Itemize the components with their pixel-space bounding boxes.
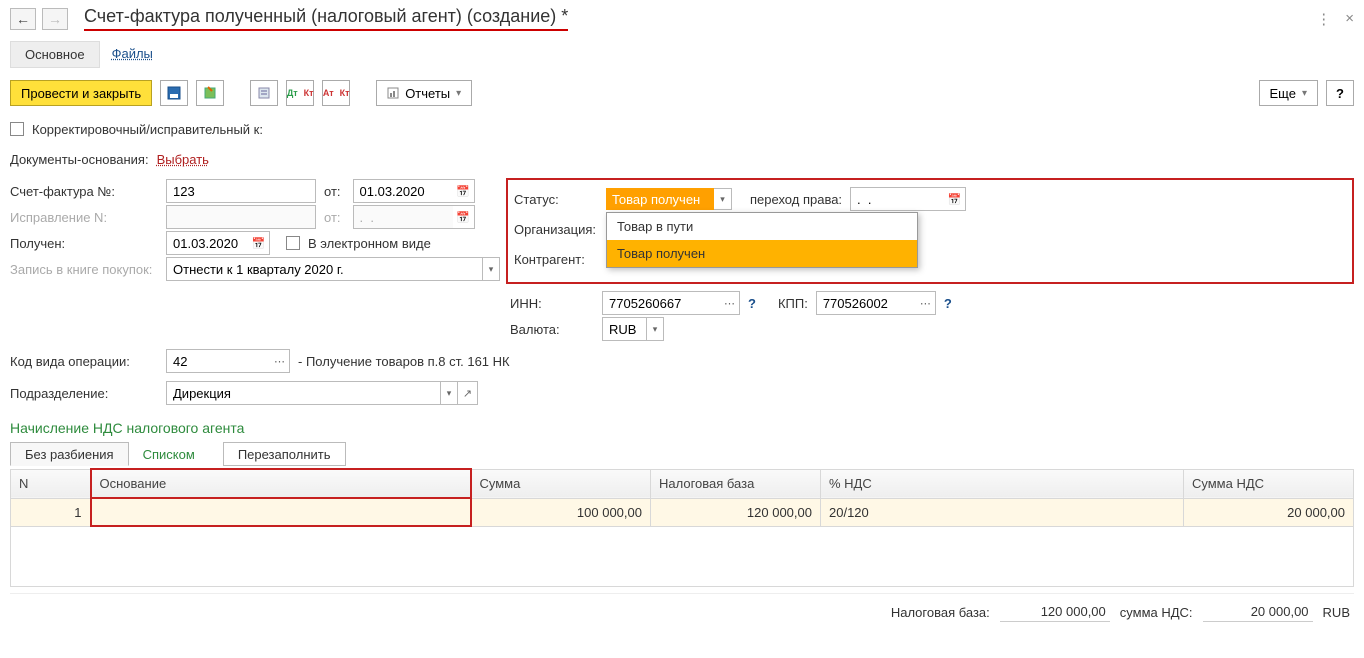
correction-label: Корректировочный/исправительный к: xyxy=(32,122,263,137)
col-sum[interactable]: Сумма xyxy=(471,469,651,498)
col-basis[interactable]: Основание xyxy=(91,469,471,498)
invoice-no-label: Счет-фактура №: xyxy=(10,184,158,199)
reports-icon xyxy=(387,87,399,99)
transfer-date-input[interactable] xyxy=(850,187,944,211)
calendar-icon[interactable]: 📅 xyxy=(944,187,966,211)
footer-taxbase-value: 120 000,00 xyxy=(1000,602,1110,622)
division-label: Подразделение: xyxy=(10,386,158,401)
list-icon xyxy=(257,86,271,100)
division-input[interactable] xyxy=(166,381,440,405)
save-icon xyxy=(167,86,181,100)
electronic-label: В электронном виде xyxy=(308,236,431,251)
status-option-received[interactable]: Товар получен xyxy=(607,240,917,267)
calendar-icon[interactable]: 📅 xyxy=(453,179,475,203)
opcode-picker-icon[interactable]: ⋯ xyxy=(270,349,290,373)
opcode-input[interactable] xyxy=(166,349,270,373)
col-n[interactable]: N xyxy=(11,469,91,498)
reports-button[interactable]: Отчеты xyxy=(376,80,472,106)
received-label: Получен: xyxy=(10,236,158,251)
book-label: Запись в книге покупок: xyxy=(10,262,158,277)
status-label: Статус: xyxy=(514,192,598,207)
status-option-transit[interactable]: Товар в пути xyxy=(607,213,917,240)
correction-checkbox[interactable] xyxy=(10,122,24,136)
cell-vat[interactable]: 20 000,00 xyxy=(1184,498,1354,526)
at-kt-button[interactable]: АтКт xyxy=(322,80,350,106)
window-menu-icon[interactable]: ⋮ xyxy=(1316,10,1331,28)
help-button[interactable]: ? xyxy=(1326,80,1354,106)
refill-button[interactable]: Перезаполнить xyxy=(223,442,346,466)
currency-label: Валюта: xyxy=(510,322,594,337)
invoice-from-label: от: xyxy=(324,184,345,199)
tab-no-split[interactable]: Без разбиения xyxy=(10,442,129,466)
cell-basis[interactable] xyxy=(91,498,471,526)
basis-docs-select-link[interactable]: Выбрать xyxy=(157,152,209,167)
status-value[interactable]: Товар получен xyxy=(606,188,714,210)
inn-picker-icon[interactable]: ⋯ xyxy=(720,291,740,315)
book-value-input[interactable] xyxy=(166,257,482,281)
more-button[interactable]: Еще xyxy=(1259,80,1318,106)
close-icon[interactable]: × xyxy=(1345,10,1354,27)
section-title: Начисление НДС налогового агента xyxy=(10,420,1354,436)
tab-main[interactable]: Основное xyxy=(10,41,100,68)
electronic-checkbox[interactable] xyxy=(286,236,300,250)
received-date[interactable] xyxy=(166,231,248,255)
basis-docs-label: Документы-основания: xyxy=(10,152,149,167)
footer-vat-label: сумма НДС: xyxy=(1120,605,1193,620)
post-and-close-button[interactable]: Провести и закрыть xyxy=(10,80,152,106)
organization-label: Организация: xyxy=(514,222,598,237)
kpp-help-icon[interactable]: ? xyxy=(944,296,952,311)
post-icon xyxy=(203,86,217,100)
cell-rate[interactable]: 20/120 xyxy=(821,498,1184,526)
opcode-label: Код вида операции: xyxy=(10,354,158,369)
status-dropdown-panel: Товар в пути Товар получен xyxy=(606,212,918,268)
footer-taxbase-label: Налоговая база: xyxy=(891,605,990,620)
vat-table: N Основание Сумма Налоговая база % НДС С… xyxy=(10,468,1354,527)
inn-help-icon[interactable]: ? xyxy=(748,296,756,311)
col-vat[interactable]: Сумма НДС xyxy=(1184,469,1354,498)
division-dropdown-icon[interactable]: ▾ xyxy=(440,381,458,405)
fix-no-input[interactable] xyxy=(166,205,316,229)
save-button[interactable] xyxy=(160,80,188,106)
page-title: Счет-фактура полученный (налоговый агент… xyxy=(84,6,568,31)
book-dropdown-icon[interactable]: ▾ xyxy=(482,257,500,281)
table-empty-area[interactable] xyxy=(10,527,1354,587)
nav-forward-button[interactable]: → xyxy=(42,8,68,30)
table-row[interactable]: 1 100 000,00 120 000,00 20/120 20 000,00 xyxy=(11,498,1354,526)
footer-currency: RUB xyxy=(1323,605,1350,620)
tab-files[interactable]: Файлы xyxy=(108,41,167,68)
kpp-input[interactable] xyxy=(816,291,916,315)
division-open-icon[interactable]: ↗ xyxy=(458,381,478,405)
kpp-label: КПП: xyxy=(778,296,808,311)
cell-n[interactable]: 1 xyxy=(11,498,91,526)
dt-ct-button[interactable]: ДтКт xyxy=(286,80,314,106)
col-rate[interactable]: % НДС xyxy=(821,469,1184,498)
inn-label: ИНН: xyxy=(510,296,594,311)
currency-dropdown-icon[interactable]: ▾ xyxy=(646,317,664,341)
col-tax-base[interactable]: Налоговая база xyxy=(651,469,821,498)
calendar-icon: 📅 xyxy=(453,205,475,229)
fix-no-label: Исправление N: xyxy=(10,210,158,225)
nav-back-button[interactable]: ← xyxy=(10,8,36,30)
status-dropdown-icon[interactable]: ▾ xyxy=(714,188,732,210)
fix-from-label: от: xyxy=(324,210,345,225)
cell-sum[interactable]: 100 000,00 xyxy=(471,498,651,526)
inn-input[interactable] xyxy=(602,291,720,315)
kpp-picker-icon[interactable]: ⋯ xyxy=(916,291,936,315)
footer-vat-value: 20 000,00 xyxy=(1203,602,1313,622)
invoice-no-input[interactable] xyxy=(166,179,316,203)
attachments-button[interactable] xyxy=(250,80,278,106)
invoice-from-date[interactable] xyxy=(353,179,453,203)
post-button[interactable] xyxy=(196,80,224,106)
tab-list[interactable]: Списком xyxy=(129,442,209,466)
cell-tax-base[interactable]: 120 000,00 xyxy=(651,498,821,526)
calendar-icon[interactable]: 📅 xyxy=(248,231,270,255)
transfer-rights-label: переход права: xyxy=(750,192,842,207)
fix-from-date[interactable] xyxy=(353,205,453,229)
counterparty-label: Контрагент: xyxy=(514,252,598,267)
currency-input[interactable] xyxy=(602,317,646,341)
opcode-desc: - Получение товаров п.8 ст. 161 НК xyxy=(298,354,510,369)
